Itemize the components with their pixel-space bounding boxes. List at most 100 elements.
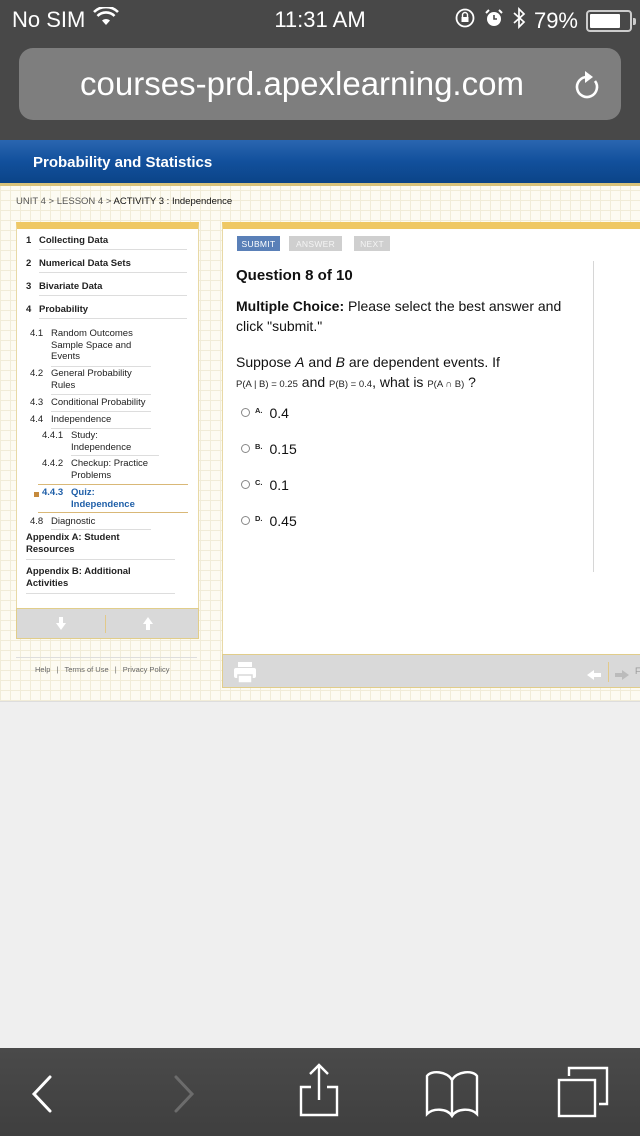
radio-button[interactable]: [241, 408, 250, 417]
item-number: 4.4.2: [42, 458, 64, 469]
sidebar-item-collecting-data[interactable]: 1 Collecting Data: [26, 235, 191, 247]
item-label: Quiz: Independence: [71, 487, 135, 510]
option-a[interactable]: A. 0.4: [241, 405, 289, 421]
print-icon[interactable]: [233, 662, 257, 689]
option-c[interactable]: C. 0.1: [241, 477, 289, 493]
item-label: Random Outcomes Sample Space and Events: [51, 328, 133, 362]
previous-arrow-icon[interactable]: [587, 667, 601, 685]
item-label: Conditional Probability: [51, 397, 146, 408]
scroll-up-button[interactable]: [143, 616, 153, 635]
sidebar-item-study-independence[interactable]: 4.4.1 Study: Independence: [42, 430, 152, 453]
question-text: Suppose A and B are dependent events. If…: [236, 352, 586, 395]
question-fragment: Suppose: [236, 354, 296, 370]
item-number: 4.4.1: [42, 430, 64, 441]
item-label: Collecting Data: [39, 235, 109, 246]
breadcrumb-unit[interactable]: UNIT 4: [16, 196, 46, 207]
alarm-icon: [484, 8, 504, 34]
next-button[interactable]: NEXT: [354, 236, 390, 251]
breadcrumb-lesson[interactable]: LESSON 4: [57, 196, 103, 207]
option-value: 0.4: [269, 405, 289, 421]
radio-button[interactable]: [241, 516, 250, 525]
terms-link[interactable]: Terms of Use: [64, 665, 108, 674]
item-label: Study: Independence: [71, 430, 132, 453]
truncated-label: F: [635, 666, 640, 676]
radio-button[interactable]: [241, 444, 250, 453]
item-number: 4.2: [30, 368, 44, 379]
math-expression-pb: P(B) = 0.4: [329, 379, 373, 390]
sidebar-item-quiz-independence[interactable]: 4.4.3 Quiz: Independence: [42, 487, 152, 510]
submit-button[interactable]: SUBMIT: [237, 236, 280, 251]
divider: [26, 593, 175, 594]
back-button[interactable]: [30, 1074, 54, 1119]
divider: [26, 559, 175, 560]
question-fragment: , what is: [372, 374, 428, 390]
option-letter: A.: [255, 406, 263, 415]
bookmarks-icon[interactable]: [425, 1066, 479, 1123]
option-letter: C.: [255, 478, 263, 487]
footer-sep: |: [114, 665, 117, 674]
tabs-icon[interactable]: [557, 1066, 609, 1123]
option-value: 0.15: [269, 441, 297, 457]
item-label: Bivariate Data: [39, 281, 103, 292]
item-number: 3: [26, 281, 32, 292]
option-b[interactable]: B. 0.15: [241, 441, 297, 457]
sidebar-item-appendix-a[interactable]: Appendix A: Student Resources: [26, 532, 141, 555]
course-title: Probability and Statistics: [33, 154, 213, 171]
item-number: 4.1: [30, 328, 44, 339]
item-number: 4.3: [30, 397, 44, 408]
sidebar-item-random-outcomes[interactable]: 4.1 Random Outcomes Sample Space and Eve…: [30, 328, 140, 363]
scroll-down-button[interactable]: [56, 617, 66, 636]
divider: [39, 318, 187, 319]
item-number: 4.8: [30, 516, 44, 527]
sidebar-item-independence[interactable]: 4.4 Independence: [30, 414, 140, 426]
share-icon[interactable]: [298, 1062, 340, 1123]
question-title: Question 8 of 10: [236, 267, 353, 284]
reload-icon[interactable]: [571, 68, 603, 110]
sidebar-item-checkup-practice-problems[interactable]: 4.4.2 Checkup: Practice Problems: [42, 458, 162, 481]
next-arrow-icon[interactable]: [615, 667, 629, 685]
divider: [51, 366, 151, 367]
divider: [39, 295, 187, 296]
url-text[interactable]: courses-prd.apexlearning.com: [80, 65, 524, 103]
option-value: 0.1: [269, 477, 289, 493]
divider: [51, 428, 151, 429]
divider: [105, 615, 106, 633]
sidebar-item-numerical-data-sets[interactable]: 2 Numerical Data Sets: [26, 258, 191, 270]
question-fragment: and: [304, 354, 336, 370]
breadcrumb-activity: ACTIVITY 3 : Independence: [113, 196, 233, 207]
forward-button[interactable]: [172, 1074, 196, 1119]
help-link[interactable]: Help: [35, 665, 50, 674]
quiz-panel: SUBMIT ANSWER NEXT Question 8 of 10 Mult…: [222, 222, 640, 656]
item-label: Diagnostic: [51, 516, 96, 527]
item-number: 4.4: [30, 414, 44, 425]
sidebar-item-bivariate-data[interactable]: 3 Bivariate Data: [26, 281, 191, 293]
breadcrumb-sep: >: [103, 196, 114, 207]
option-value: 0.45: [269, 513, 297, 529]
active-divider-top: [38, 484, 188, 485]
battery-percent: 79%: [533, 8, 578, 33]
rotation-lock-icon: [454, 7, 476, 35]
divider: [71, 455, 159, 456]
answer-button[interactable]: ANSWER: [289, 236, 342, 251]
sidebar-item-appendix-b[interactable]: Appendix B: Additional Activities: [26, 566, 151, 589]
footer-divider: [16, 657, 197, 658]
option-d[interactable]: D. 0.45: [241, 513, 297, 529]
address-bar[interactable]: courses-prd.apexlearning.com: [19, 48, 621, 120]
sidebar-item-conditional-probability[interactable]: 4.3 Conditional Probability: [30, 397, 160, 409]
math-expression-intersection: P(A ∩ B): [427, 379, 465, 390]
item-number: 1: [26, 235, 32, 246]
variable-b: B: [335, 354, 345, 370]
item-label: Independence: [51, 414, 112, 425]
sidebar-item-general-probability-rules[interactable]: 4.2 General Probability Rules: [30, 368, 140, 391]
sidebar-item-probability[interactable]: 4 Probability: [26, 304, 191, 316]
radio-button[interactable]: [241, 480, 250, 489]
divider: [51, 529, 151, 530]
instruction-label: Multiple Choice:: [236, 298, 345, 314]
instructions: Multiple Choice: Please select the best …: [236, 296, 586, 336]
item-label: Checkup: Practice Problems: [71, 458, 149, 481]
sidebar-item-diagnostic[interactable]: 4.8 Diagnostic: [30, 516, 140, 528]
divider: [39, 249, 187, 250]
battery-icon: [586, 10, 636, 32]
option-letter: D.: [255, 514, 263, 523]
privacy-link[interactable]: Privacy Policy: [123, 665, 170, 674]
